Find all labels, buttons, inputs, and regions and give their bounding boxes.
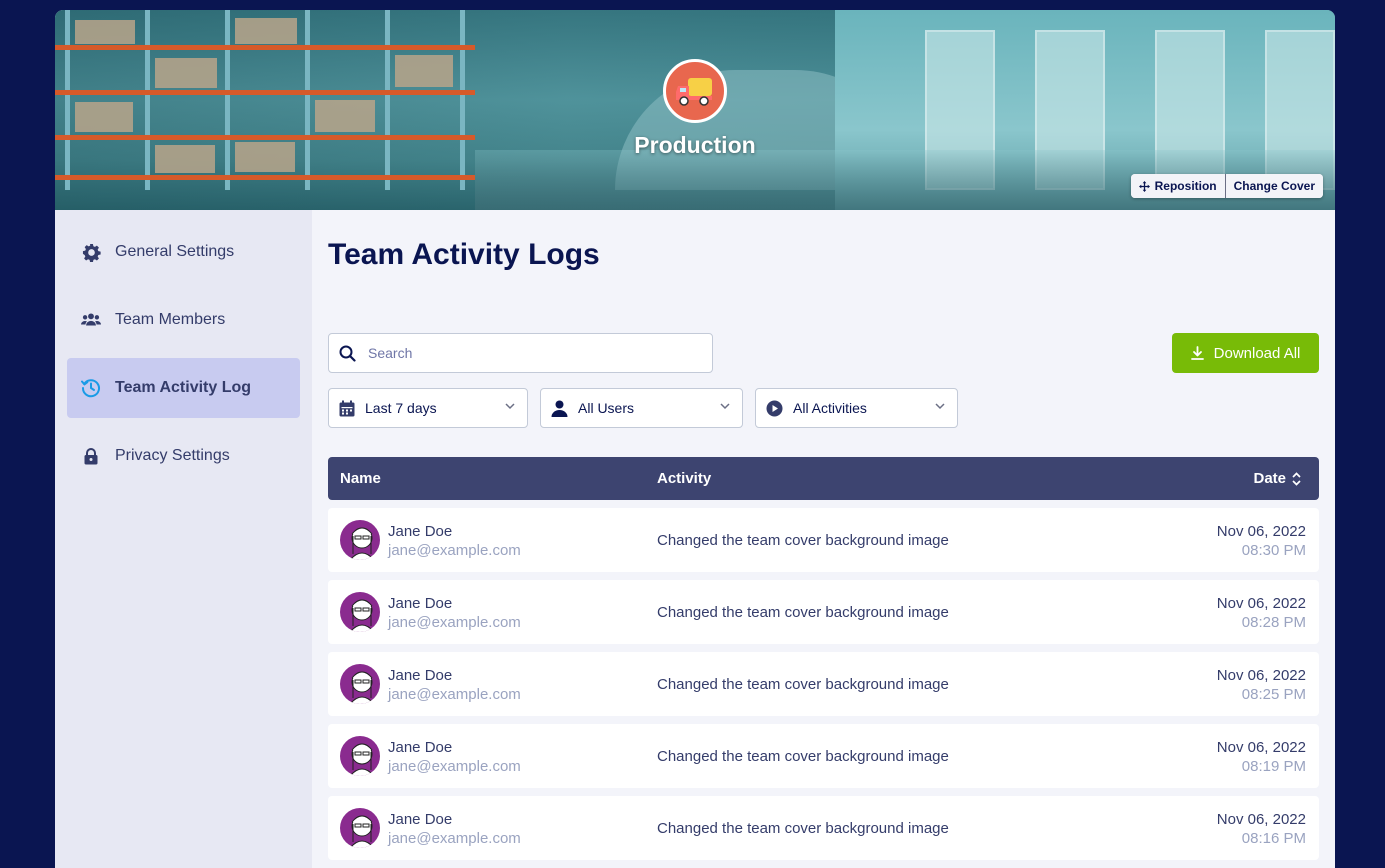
user-name: Jane Doe <box>388 739 453 756</box>
activity-text: Changed the team cover background image <box>657 604 949 621</box>
sidebar-item-label: General Settings <box>115 243 235 260</box>
activities-value: All Activities <box>793 400 867 416</box>
gear-icon <box>81 242 101 262</box>
activities-dropdown[interactable]: All Activities <box>755 388 958 428</box>
sidebar-item-label: Team Activity Log <box>115 379 252 396</box>
activity-time: 08:16 PM <box>1241 830 1306 847</box>
table-row: Jane Doe jane@example.com Changed the te… <box>328 796 1319 860</box>
truck-icon <box>676 78 712 106</box>
avatar <box>340 520 380 560</box>
team-settings-window: Production Reposition Change Cover Gener… <box>55 10 1335 868</box>
user-email: jane@example.com <box>388 758 521 775</box>
move-icon <box>1138 180 1150 192</box>
activity-time: 08:28 PM <box>1241 614 1306 631</box>
team-name: Production <box>634 132 756 158</box>
reposition-button[interactable]: Reposition <box>1130 174 1225 198</box>
sidebar-item-privacy-settings[interactable]: Privacy Settings <box>67 426 300 486</box>
lock-icon <box>81 446 101 466</box>
user-email: jane@example.com <box>388 686 521 703</box>
activity-text: Changed the team cover background image <box>657 820 949 837</box>
download-all-button[interactable]: Download All <box>1172 333 1319 373</box>
user-email: jane@example.com <box>388 614 521 631</box>
avatar <box>340 808 380 848</box>
activity-text: Changed the team cover background image <box>657 748 949 765</box>
change-cover-button[interactable]: Change Cover <box>1224 174 1323 198</box>
sidebar: General Settings Team Members Team Activ… <box>55 210 312 868</box>
chevron-down-icon <box>935 403 945 410</box>
search-icon <box>339 345 356 362</box>
user-email: jane@example.com <box>388 542 521 559</box>
download-all-label: Download All <box>1213 344 1301 362</box>
calendar-icon <box>339 400 355 416</box>
sidebar-item-general-settings[interactable]: General Settings <box>67 222 300 282</box>
date-range-dropdown[interactable]: Last 7 days <box>328 388 528 428</box>
page-title: Team Activity Logs <box>328 238 600 271</box>
history-icon <box>81 378 101 398</box>
users-value: All Users <box>578 400 635 416</box>
activity-date: Nov 06, 2022 <box>1216 811 1306 828</box>
avatar <box>340 736 380 776</box>
activity-date: Nov 06, 2022 <box>1216 523 1306 540</box>
cover-actions: Reposition Change Cover <box>1130 174 1323 198</box>
user-name: Jane Doe <box>388 595 453 612</box>
search-input[interactable] <box>368 345 688 361</box>
user-name: Jane Doe <box>388 667 453 684</box>
activity-date: Nov 06, 2022 <box>1216 739 1306 756</box>
download-icon <box>1190 346 1204 360</box>
users-icon <box>81 310 101 330</box>
activity-time: 08:30 PM <box>1241 542 1306 559</box>
cover-image <box>55 10 475 210</box>
avatar <box>340 592 380 632</box>
user-icon <box>551 400 568 417</box>
user-name: Jane Doe <box>388 523 453 540</box>
sidebar-item-label: Team Members <box>115 311 226 328</box>
activity-text: Changed the team cover background image <box>657 676 949 693</box>
chevron-down-icon <box>505 403 515 410</box>
reposition-label: Reposition <box>1154 179 1217 193</box>
table-row: Jane Doe jane@example.com Changed the te… <box>328 508 1319 572</box>
user-email: jane@example.com <box>388 830 521 847</box>
sort-icon <box>1292 471 1301 486</box>
table-row: Jane Doe jane@example.com Changed the te… <box>328 580 1319 644</box>
team-avatar[interactable] <box>663 59 727 123</box>
play-circle-icon <box>766 400 783 416</box>
change-cover-label: Change Cover <box>1233 179 1315 193</box>
column-header-activity: Activity <box>657 470 712 487</box>
sidebar-item-team-activity-log[interactable]: Team Activity Log <box>67 358 300 418</box>
activity-text: Changed the team cover background image <box>657 532 949 549</box>
table-row: Jane Doe jane@example.com Changed the te… <box>328 724 1319 788</box>
activity-time: 08:25 PM <box>1241 686 1306 703</box>
date-range-value: Last 7 days <box>365 400 437 416</box>
team-cover: Production Reposition Change Cover <box>55 10 1335 210</box>
user-name: Jane Doe <box>388 811 453 828</box>
table-header: Name Activity Date <box>328 457 1319 500</box>
activity-date: Nov 06, 2022 <box>1216 595 1306 612</box>
main-content: Team Activity Logs Download All <box>312 210 1335 868</box>
search-box[interactable] <box>328 333 713 373</box>
column-header-date[interactable]: Date <box>1253 470 1301 487</box>
column-header-date-label: Date <box>1253 470 1286 487</box>
column-header-name: Name <box>340 470 381 487</box>
avatar <box>340 664 380 704</box>
table-row: Jane Doe jane@example.com Changed the te… <box>328 652 1319 716</box>
activity-date: Nov 06, 2022 <box>1216 667 1306 684</box>
chevron-down-icon <box>720 403 730 410</box>
users-dropdown[interactable]: All Users <box>540 388 743 428</box>
sidebar-item-label: Privacy Settings <box>115 447 230 464</box>
activity-time: 08:19 PM <box>1241 758 1306 775</box>
sidebar-item-team-members[interactable]: Team Members <box>67 290 300 350</box>
